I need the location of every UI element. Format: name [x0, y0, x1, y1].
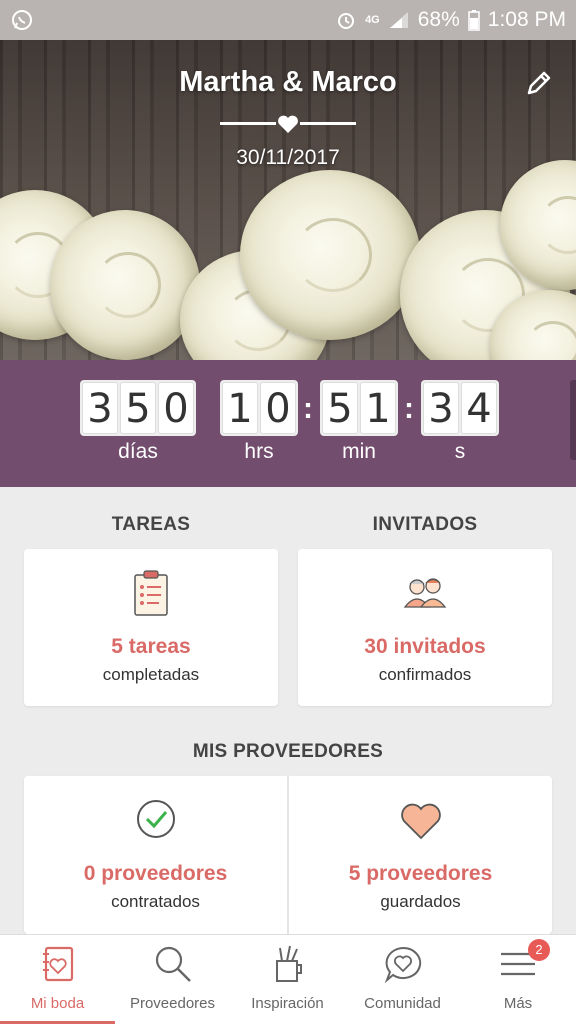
invitados-title: INVITADOS [372, 514, 478, 535]
countdown-days-digit: 5 [120, 382, 156, 434]
countdown-seconds-digit: 3 [423, 382, 459, 434]
nav-label: Comunidad [364, 995, 441, 1012]
wedding-date: 30/11/2017 [236, 146, 340, 169]
seconds-label: s [454, 440, 466, 463]
countdown-days-digit: 0 [158, 382, 194, 434]
nav-proveedores[interactable]: Proveedores [115, 935, 230, 1024]
invitados-sub: confirmados [378, 665, 472, 684]
4g-icon: 4G [365, 14, 380, 26]
contratados-value: 0 proveedores [83, 862, 228, 885]
colon-separator: : [303, 392, 313, 425]
bottom-nav: Mi boda Proveedores Inspiración Comunida… [0, 934, 576, 1024]
countdown-seconds-digit: 4 [461, 382, 497, 434]
heart-icon [278, 115, 298, 133]
clipboard-checklist-icon [134, 570, 168, 616]
heart-divider [220, 112, 356, 136]
pencil-icon[interactable] [524, 68, 554, 98]
guests-icon [403, 578, 447, 608]
nav-mi-boda[interactable]: Mi boda [0, 935, 115, 1024]
invitados-card[interactable]: 30 invitados confirmados [298, 549, 552, 706]
guardados-sub: guardados [380, 892, 461, 911]
search-icon [155, 946, 191, 982]
tareas-sub: completadas [102, 665, 200, 684]
tareas-title: TAREAS [111, 514, 191, 535]
nav-label: Más [503, 995, 533, 1012]
hours-label: hrs [244, 440, 274, 463]
countdown-days-digit: 3 [82, 382, 118, 434]
pencil-cup-icon [275, 945, 302, 982]
status-time: 1:08 PM [487, 8, 566, 31]
alarm-icon [335, 9, 357, 31]
couple-names: Martha & Marco [179, 66, 397, 98]
notification-badge: 2 [528, 939, 550, 961]
days-label: días [118, 440, 158, 463]
heart-icon [400, 803, 441, 840]
signal-icon [388, 10, 410, 30]
nav-label: Proveedores [129, 995, 216, 1012]
scroll-edge [570, 380, 576, 460]
proveedores-title: MIS PROVEEDORES [192, 741, 384, 762]
nav-inspiracion[interactable]: Inspiración [230, 935, 345, 1024]
proveedores-contratados-card[interactable]: 0 proveedores contratados [24, 776, 287, 934]
countdown-hours-digit: 0 [260, 382, 296, 434]
nav-mas[interactable]: 2 Más [460, 935, 576, 1024]
chat-heart-icon [384, 946, 421, 984]
countdown-hours-digit: 1 [222, 382, 258, 434]
contratados-sub: contratados [111, 892, 200, 911]
invitados-value: 30 invitados [364, 635, 486, 658]
countdown-minutes-digit: 1 [360, 382, 396, 434]
whatsapp-icon [10, 8, 34, 32]
tareas-value: 5 tareas [111, 635, 191, 658]
proveedores-guardados-card[interactable]: 5 proveedores guardados [289, 776, 552, 934]
countdown: 3 5 0 1 0 : 5 1 : 3 4 días hrs min s [0, 360, 576, 487]
guardados-value: 5 proveedores [348, 862, 493, 885]
hero-banner: Martha & Marco 30/11/2017 [0, 40, 576, 360]
nav-label: Mi boda [30, 995, 85, 1012]
tareas-card[interactable]: 5 tareas completadas [24, 549, 278, 706]
nav-comunidad[interactable]: Comunidad [345, 935, 460, 1024]
roses-image [0, 160, 576, 360]
colon-separator: : [404, 392, 414, 425]
minutes-label: min [342, 440, 376, 463]
nav-label: Inspiración [251, 995, 324, 1012]
status-bar: 4G 68% 1:08 PM [0, 0, 576, 40]
battery-icon [468, 9, 480, 31]
battery-level: 68% [417, 8, 460, 31]
countdown-minutes-digit: 5 [322, 382, 358, 434]
notebook-icon [42, 946, 73, 982]
check-circle-icon [136, 800, 175, 838]
